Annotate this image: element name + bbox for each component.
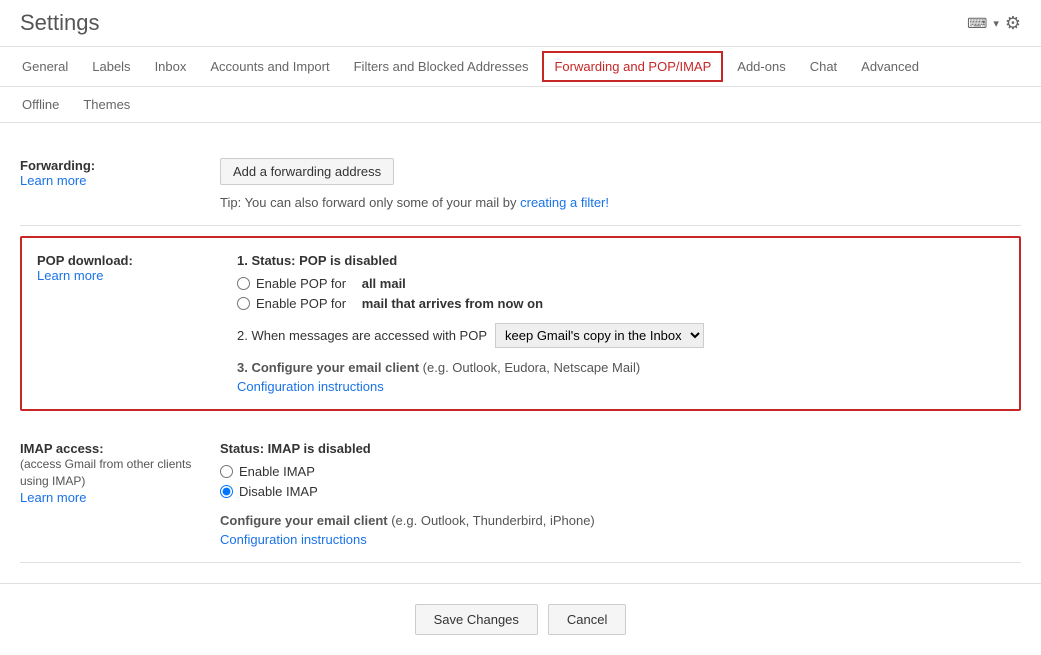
pop-status: 1. Status: POP is disabled: [237, 253, 1004, 268]
pop-dropdown-row: 2. When messages are accessed with POP k…: [237, 323, 1004, 348]
pop-section: POP download: Learn more 1. Status: POP …: [20, 236, 1021, 411]
nav-chat[interactable]: Chat: [798, 49, 849, 84]
save-button[interactable]: Save Changes: [415, 604, 538, 635]
nav-filters[interactable]: Filters and Blocked Addresses: [342, 49, 541, 84]
nav-labels[interactable]: Labels: [80, 49, 142, 84]
content: Forwarding: Learn more Add a forwarding …: [0, 123, 1041, 583]
pop-radio-all[interactable]: [237, 277, 250, 290]
imap-radio-enable[interactable]: [220, 465, 233, 478]
pop-config-text: 3. Configure your email client (e.g. Out…: [237, 360, 1004, 375]
imap-section: IMAP access: (access Gmail from other cl…: [20, 426, 1021, 563]
nav-general[interactable]: General: [10, 49, 80, 84]
imap-learn-more[interactable]: Learn more: [20, 490, 86, 505]
header-icons: ⌨ ▾ ⚙: [967, 13, 1021, 34]
nav-addons[interactable]: Add-ons: [725, 49, 797, 84]
imap-radio-disable[interactable]: [220, 485, 233, 498]
imap-radio1-row: Enable IMAP: [220, 464, 1021, 479]
nav-inbox[interactable]: Inbox: [143, 49, 199, 84]
creating-filter-link[interactable]: creating a filter!: [520, 195, 609, 210]
imap-radio2-row: Disable IMAP: [220, 484, 1021, 499]
cancel-button[interactable]: Cancel: [548, 604, 626, 635]
nav-accounts[interactable]: Accounts and Import: [198, 49, 341, 84]
add-forwarding-button[interactable]: Add a forwarding address: [220, 158, 394, 185]
forwarding-label: Forwarding: Learn more: [20, 158, 220, 210]
imap-config-text: Configure your email client (e.g. Outloo…: [220, 513, 1021, 528]
pop-learn-more[interactable]: Learn more: [37, 268, 103, 283]
pop-radio-now[interactable]: [237, 297, 250, 310]
forwarding-section: Forwarding: Learn more Add a forwarding …: [20, 143, 1021, 226]
imap-body: Status: IMAP is disabled Enable IMAP Dis…: [220, 441, 1021, 547]
keyboard-icon[interactable]: ⌨: [967, 15, 987, 32]
pop-when-label: 2. When messages are accessed with POP: [237, 328, 487, 343]
imap-status: Status: IMAP is disabled: [220, 441, 1021, 456]
nav-row2: Offline Themes: [0, 87, 1041, 123]
nav-advanced[interactable]: Advanced: [849, 49, 931, 84]
nav-forwarding[interactable]: Forwarding and POP/IMAP: [542, 51, 723, 82]
pop-config-link[interactable]: Configuration instructions: [237, 379, 384, 394]
pop-action-dropdown[interactable]: keep Gmail's copy in the Inbox mark Gmai…: [495, 323, 704, 348]
footer: Save Changes Cancel: [0, 583, 1041, 655]
pop-radio1-row: Enable POP for all mail: [237, 276, 1004, 291]
header: Settings ⌨ ▾ ⚙: [0, 0, 1041, 47]
dropdown-arrow-icon[interactable]: ▾: [993, 17, 999, 30]
imap-config-link[interactable]: Configuration instructions: [220, 532, 367, 547]
nav-offline[interactable]: Offline: [10, 87, 71, 122]
tip-text: Tip: You can also forward only some of y…: [220, 195, 1021, 210]
pop-body: 1. Status: POP is disabled Enable POP fo…: [237, 253, 1004, 394]
gear-icon[interactable]: ⚙: [1005, 13, 1021, 34]
nav-row1: General Labels Inbox Accounts and Import…: [0, 47, 1041, 87]
forwarding-body: Add a forwarding address Tip: You can al…: [220, 158, 1021, 210]
page-title: Settings: [20, 10, 100, 36]
imap-label: IMAP access: (access Gmail from other cl…: [20, 441, 220, 547]
forwarding-learn-more[interactable]: Learn more: [20, 173, 86, 188]
pop-label: POP download: Learn more: [37, 253, 237, 394]
pop-radio2-row: Enable POP for mail that arrives from no…: [237, 296, 1004, 311]
nav-themes[interactable]: Themes: [71, 87, 142, 122]
